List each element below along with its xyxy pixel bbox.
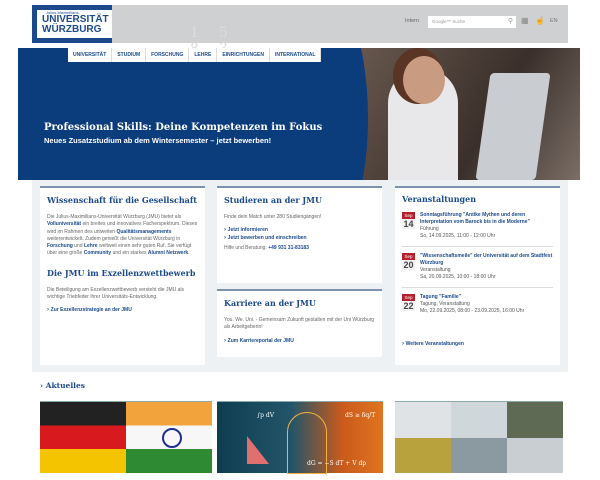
news-image-thermodynamics[interactable]: ∫p dV dS ≥ δq/T dG = −S dT + V dp [217, 401, 383, 474]
event-day: 14 [402, 219, 415, 229]
phone-link[interactable]: +49 931 31-83183 [268, 245, 309, 251]
bewerben-link[interactable]: Jetzt bewerben und einschreiben [224, 235, 375, 241]
nav-studium[interactable]: STUDIUM [112, 48, 147, 62]
event-type: Tagung, Veranstaltung [420, 301, 470, 307]
german-flag [40, 402, 126, 473]
hero-title: Professional Skills: Deine Kompetenzen i… [44, 122, 323, 133]
event-item[interactable]: Sep 14 Sonntagsführung "Antike Mythen und … [402, 206, 553, 247]
card-text: Finde dein Match unter 280 Studiengängen… [224, 214, 322, 220]
card-title: Wissenschaft für die Gesellschaft [47, 195, 197, 205]
nav-lehre[interactable]: LEHRE [189, 48, 218, 62]
portrait [507, 402, 563, 438]
event-month: Sep [402, 212, 415, 219]
event-day: 22 [402, 301, 415, 311]
chakra-icon [162, 428, 182, 448]
card-title: Veranstaltungen [402, 194, 477, 204]
card-veranstaltungen: Veranstaltungen Sep 14 Sonntagsführung "An… [395, 186, 560, 365]
nav-einrichtungen[interactable]: EINRICHTUNGEN [217, 48, 270, 62]
event-time: Sa, 20.09.2025, 10:00 - 18:00 Uhr [420, 274, 496, 280]
event-date: Sep 14 [402, 212, 415, 240]
portrait [507, 437, 563, 473]
nav-universitaet[interactable]: UNIVERSITÄT [68, 48, 113, 62]
informieren-link[interactable]: Jetzt informieren [224, 227, 375, 233]
karriere-link[interactable]: Zum Karriereportal der JMU [224, 338, 375, 344]
intern-link[interactable]: Intern [405, 18, 419, 24]
student-face [403, 56, 445, 104]
link-lehre[interactable]: Lehre [84, 243, 98, 249]
calendar-icon[interactable]: ▦ [521, 16, 529, 25]
event-time: Mo, 22.09.2025, 08:00 - 23.09.2025, 16:0… [420, 308, 525, 314]
link-alumni[interactable]: Alumni Netzwerk [148, 250, 188, 256]
event-month: Sep [402, 253, 415, 260]
main-nav: UNIVERSITÄT STUDIUM FORSCHUNG LEHRE EINR… [68, 48, 322, 62]
card-text: Die Julius-Maximilians-Universität Würzb… [47, 214, 198, 257]
card-studieren: Studieren an der JMU Finde dein Match un… [217, 186, 382, 283]
pv-diagram [247, 436, 269, 464]
event-title[interactable]: "Wissenschaftsmeile" der Universität auf… [420, 253, 553, 267]
link-qm[interactable]: Qualitätsmanagements [116, 229, 171, 235]
more-events-link[interactable]: Weitere Veranstaltungen [402, 341, 553, 347]
news-image-flags[interactable] [40, 401, 212, 473]
language-en[interactable]: EN [550, 18, 558, 24]
nav-forschung[interactable]: FORSCHUNG [146, 48, 190, 62]
event-day: 20 [402, 260, 415, 270]
logo-text: UNIVERSITÄT WÜRZBURG [42, 14, 109, 35]
nav-international[interactable]: INTERNATIONAL [270, 48, 322, 62]
card-text: You. We. Uni. - Gemeinsam Zukunft gestal… [224, 317, 375, 331]
link-volluniversitaet[interactable]: Volluniversität [47, 221, 81, 227]
formula: ∫p dV [257, 412, 275, 419]
formula: dS ≥ δq/T [345, 412, 376, 419]
event-date: Sep 20 [402, 253, 415, 281]
exzellenz-link[interactable]: Zur Exzellenzstrategie an der JMU [47, 307, 198, 313]
search-placeholder: Google™ Suche [432, 19, 466, 24]
card-wissenschaft: Wissenschaft für die Gesellschaft Die Ju… [40, 186, 205, 365]
search-input[interactable]: Google™ Suche ⚲ [428, 16, 516, 28]
portrait [395, 437, 451, 473]
card-karriere: Karriere an der JMU You. We. Uni. - Geme… [217, 289, 382, 357]
formula: dG = −S dT + V dp [307, 460, 367, 467]
link-community[interactable]: Community [84, 250, 112, 256]
portrait [395, 402, 451, 438]
event-title[interactable]: Tagung "Familie" [420, 294, 524, 301]
event-title[interactable]: Sonntagsführung "Antike Mythen und deren… [420, 212, 553, 226]
card-title: Studieren an der JMU [224, 195, 323, 205]
search-icon[interactable]: ⚲ [508, 17, 513, 25]
event-month: Sep [402, 294, 415, 301]
hero-banner[interactable]: UNIVERSITÄT STUDIUM FORSCHUNG LEHRE EINR… [18, 48, 580, 180]
university-seal: 15 83 [190, 25, 248, 57]
event-type: Veranstaltung [420, 267, 451, 273]
event-type: Führung [420, 226, 439, 232]
hero-curve [258, 48, 368, 180]
help-text: Hilfe und Beratung: +49 931 31-83183 [224, 245, 309, 252]
card-text: Die Beteiligung am Exzellenzwettbewerb v… [47, 286, 185, 301]
event-item[interactable]: Sep 22 Tagung "Familie" Tagung, Veranstaltu… [402, 288, 553, 321]
card-title: Karriere an der JMU [224, 298, 316, 308]
card-title: Die JMU im Exzellenzwettbewerb [47, 267, 196, 278]
portrait [451, 402, 507, 438]
university-logo[interactable]: Julius-Maximilians- UNIVERSITÄT WÜRZBURG [32, 5, 112, 43]
event-time: So, 14.09.2025, 11:00 - 12:00 Uhr [420, 233, 496, 239]
link-forschung[interactable]: Forschung [47, 243, 73, 249]
event-item[interactable]: Sep 20 "Wissenschaftsmeile" der Universitä… [402, 247, 553, 288]
portrait [451, 437, 507, 473]
accessibility-icon[interactable]: ☝ [535, 16, 545, 25]
news-image-portraits[interactable] [395, 401, 563, 473]
event-date: Sep 22 [402, 294, 415, 315]
hero-subtitle: Neues Zusatzstudium ab dem Wintersemeste… [44, 136, 272, 145]
hero-photo [348, 48, 580, 180]
aktuelles-heading[interactable]: › Aktuelles [40, 381, 85, 390]
